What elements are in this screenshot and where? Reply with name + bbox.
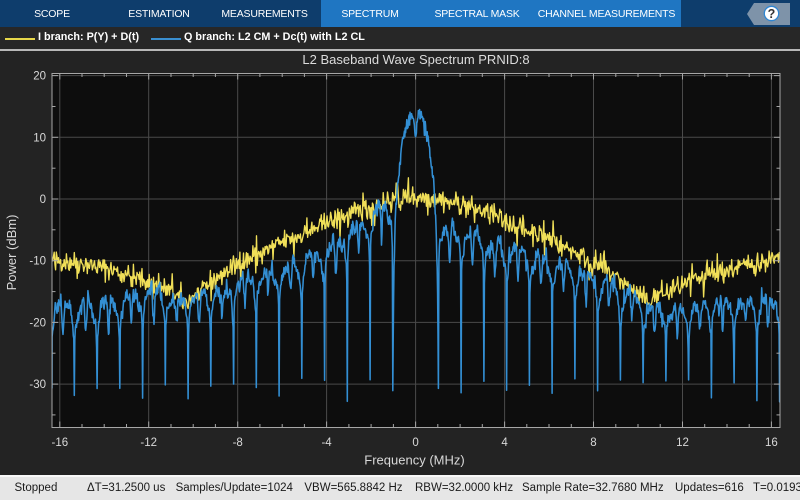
svg-text:Frequency (MHz): Frequency (MHz) [364, 453, 464, 468]
svg-text:20: 20 [33, 71, 46, 83]
svg-text:8: 8 [590, 437, 596, 449]
svg-text:-30: -30 [29, 379, 46, 391]
svg-text:16: 16 [765, 437, 778, 449]
svg-text:-16: -16 [51, 437, 68, 449]
svg-text:-20: -20 [29, 317, 46, 329]
svg-text:4: 4 [501, 437, 508, 449]
svg-text:Power (dBm): Power (dBm) [4, 215, 19, 291]
svg-text:?: ? [768, 7, 776, 21]
svg-text:0: 0 [40, 194, 46, 206]
svg-text:12: 12 [676, 437, 689, 449]
svg-text:-8: -8 [233, 437, 243, 449]
svg-text:-4: -4 [321, 437, 332, 449]
svg-text:10: 10 [33, 132, 46, 144]
svg-text:-10: -10 [29, 256, 46, 268]
svg-text:0: 0 [412, 437, 418, 449]
svg-text:-12: -12 [140, 437, 157, 449]
